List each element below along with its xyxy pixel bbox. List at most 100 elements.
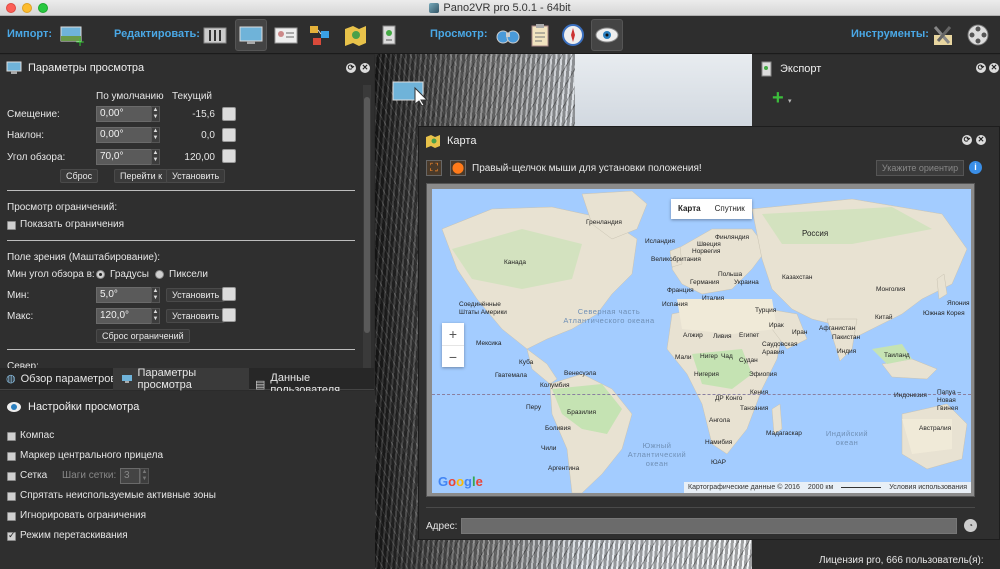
map-place: Исландия: [645, 238, 675, 245]
min-fov-spinner[interactable]: ▲ ▼: [151, 287, 160, 303]
search-address-icon[interactable]: ◔: [964, 519, 977, 532]
grid-steps-spinner[interactable]: ▲ ▼: [140, 468, 149, 484]
zoom-window-button[interactable]: [38, 3, 48, 13]
map-place: Эфиопия: [749, 371, 777, 378]
show-limits-checkbox[interactable]: [7, 221, 16, 230]
tab-view-params-label: Параметры просмотра: [137, 367, 197, 391]
dropdown-arrow-icon[interactable]: ▾: [788, 97, 792, 105]
float-dialog-icon[interactable]: ⟳: [962, 135, 972, 145]
add-export-icon[interactable]: +: [772, 87, 784, 110]
view-params-title: Параметры просмотра: [28, 62, 145, 74]
google-map[interactable]: Северная часть Атлантического океана Южн…: [432, 189, 971, 493]
export-header: Экспорт: [752, 55, 1000, 83]
preview-button[interactable]: [591, 19, 623, 51]
view-params-button[interactable]: [199, 19, 231, 51]
info-icon[interactable]: i: [969, 161, 982, 174]
degrees-radio[interactable]: [96, 270, 105, 279]
pan-current-value: -15,6: [192, 109, 215, 120]
id-card-icon: [274, 27, 298, 44]
tools-label: Инструменты:: [851, 28, 929, 40]
set-max-button[interactable]: Установить: [166, 309, 226, 323]
panorama-sky: [575, 54, 752, 134]
reset-limits-button[interactable]: Сброс ограничений: [96, 329, 190, 343]
zoom-in-button[interactable]: +: [442, 323, 464, 345]
tilt-default-input[interactable]: 0,00°: [96, 127, 152, 143]
skin-editor-button[interactable]: [339, 19, 371, 51]
set-min-button[interactable]: Установить: [166, 288, 226, 302]
satellite-tab[interactable]: Спутник: [708, 199, 752, 219]
view-params-active-button[interactable]: [235, 19, 267, 51]
map-place: Канада: [504, 259, 527, 266]
map-place: Швеция: [697, 241, 721, 248]
minimize-window-button[interactable]: [22, 3, 32, 13]
indian-ocean-label: Индийский океан: [825, 429, 869, 447]
monitor-icon: [122, 375, 132, 383]
grid-steps-label: Шаги сетки:: [62, 470, 117, 481]
id-card-icon: ▤: [255, 378, 266, 391]
google-logo: Google: [438, 474, 483, 489]
pan-copy-button[interactable]: [222, 107, 236, 121]
pan-default-input[interactable]: 0,00°: [96, 106, 152, 122]
viewer-button[interactable]: [492, 19, 524, 51]
tab-overview[interactable]: ◍ Обзор параметров: [6, 372, 117, 386]
ignore-limits-checkbox[interactable]: [7, 512, 16, 521]
tools-button[interactable]: [927, 19, 959, 51]
goto-button[interactable]: Перейти к: [114, 169, 169, 183]
crosshair-checkbox[interactable]: [7, 452, 16, 461]
fov-default-input[interactable]: 70,0°: [96, 149, 152, 165]
scrollbar-thumb[interactable]: [364, 97, 370, 333]
patch-button[interactable]: [373, 19, 405, 51]
terms-link[interactable]: Условия использования: [889, 482, 967, 493]
float-panel-icon[interactable]: ⟳: [346, 63, 356, 73]
set-landmark-button[interactable]: Укажите ориентир: [876, 160, 964, 176]
location-pin-icon[interactable]: ⬤: [450, 160, 466, 176]
map-hint: Правый-щелчок мыши для установки положен…: [472, 163, 702, 174]
tab-view-params[interactable]: Параметры просмотра: [113, 367, 249, 391]
min-copy-button[interactable]: [222, 287, 236, 301]
binoculars-icon: [496, 30, 520, 44]
map-place: Папуа – Новая Гвинея: [937, 389, 962, 412]
video-button[interactable]: [962, 19, 994, 51]
reset-button[interactable]: Сброс: [60, 169, 99, 183]
pan-spinner[interactable]: ▲ ▼: [151, 106, 160, 122]
map-place: Ангола: [709, 417, 731, 424]
map-place: Мадагаскар: [766, 430, 802, 437]
close-dialog-icon[interactable]: ✕: [976, 135, 986, 145]
map-place: Италия: [702, 295, 725, 302]
compass-button[interactable]: [557, 19, 589, 51]
max-fov-spinner[interactable]: ▲ ▼: [151, 308, 160, 324]
close-window-button[interactable]: [6, 3, 16, 13]
tilt-spinner[interactable]: ▲ ▼: [151, 127, 160, 143]
hide-hotspots-checkbox[interactable]: [7, 492, 16, 501]
export-icon: [761, 61, 772, 77]
map-place: Турция: [755, 307, 777, 314]
max-copy-button[interactable]: [222, 308, 236, 322]
address-input[interactable]: [461, 518, 957, 534]
set-button[interactable]: Установить: [166, 169, 226, 183]
notes-button[interactable]: [524, 19, 556, 51]
pixels-radio[interactable]: [155, 270, 164, 279]
clipboard-icon: [531, 24, 549, 47]
close-panel-icon[interactable]: ✕: [360, 63, 370, 73]
max-fov-input[interactable]: 120,0°: [96, 308, 152, 324]
fov-spinner[interactable]: ▲ ▼: [151, 149, 160, 165]
grid-steps-input[interactable]: 3: [120, 468, 140, 484]
map-place: Иран: [792, 329, 808, 336]
float-panel-icon[interactable]: ⟳: [976, 63, 986, 73]
tab-overview-label: Обзор параметров: [20, 372, 117, 385]
tilt-copy-button[interactable]: [222, 128, 236, 142]
min-fov-input[interactable]: 5,0°: [96, 287, 152, 303]
drag-mode-checkbox[interactable]: [7, 530, 16, 541]
compass-checkbox[interactable]: [7, 432, 16, 441]
user-data-button[interactable]: [270, 19, 302, 51]
zoom-out-button[interactable]: −: [442, 345, 464, 367]
panel-scrollbar[interactable]: [363, 85, 371, 368]
fov-copy-button[interactable]: [222, 149, 236, 163]
tour-browser-button[interactable]: [304, 19, 336, 51]
map-tab[interactable]: Карта: [671, 199, 708, 219]
close-panel-icon[interactable]: ✕: [989, 63, 999, 73]
grid-checkbox[interactable]: [7, 472, 16, 481]
import-panorama-button[interactable]: +: [56, 19, 88, 51]
fullscreen-icon[interactable]: ⛶: [426, 160, 442, 176]
attribution-text: Картографические данные © 2016: [688, 484, 800, 491]
